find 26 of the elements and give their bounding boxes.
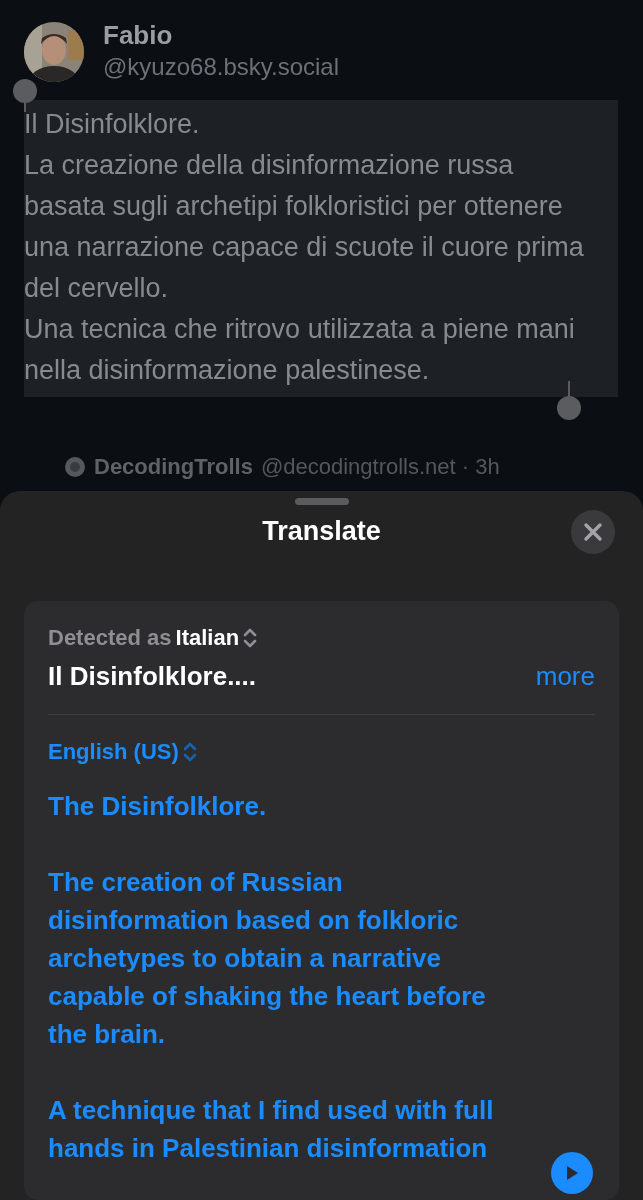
target-language-picker[interactable]: English (US) (48, 739, 197, 765)
close-button[interactable] (571, 510, 615, 554)
selection-handle-icon[interactable] (556, 381, 582, 421)
close-icon (583, 522, 603, 542)
avatar-icon (64, 456, 86, 478)
sheet-title: Translate (262, 515, 381, 547)
author-handle: @kyuzo68.bsky.social (103, 53, 339, 81)
source-language-picker[interactable]: Italian (175, 625, 258, 651)
up-down-chevron-icon (182, 741, 197, 763)
translated-text: The Disinfolklore. (48, 790, 268, 823)
source-text: Il Disinfolklore.... (48, 661, 257, 692)
author-name: DecodingTrolls (94, 454, 253, 480)
post-text: Una tecnica che ritrovo utilizzata a piene mani nella disinformazione palestinese. (24, 313, 576, 387)
post-text: La creazione della disinformazione russa basata sugli archetipi folkloristici per ottenere una narrazione capace di scuote il cuore prima del cervello. (24, 149, 585, 305)
post-meta: @decodingtrolls.net · 3h (260, 454, 500, 480)
translated-text: The creation of Russian disinformation based on folkloric archetypes to obtain a narrative capable of shaking the heart before the brain. (48, 866, 487, 1051)
play-icon (564, 1164, 580, 1182)
grabber-handle[interactable] (294, 498, 349, 505)
up-down-chevron-icon (243, 627, 258, 649)
author-name: Fabio (103, 20, 174, 51)
more-link[interactable]: more (535, 661, 595, 692)
play-button[interactable] (551, 1152, 593, 1194)
selection-handle-icon[interactable] (12, 78, 38, 112)
translated-text: A technique that I find used with full hands in Palestinian disinformation (48, 1094, 495, 1165)
post-text: Il Disinfolklore. (24, 108, 201, 141)
detected-label: Detected as (48, 625, 172, 651)
